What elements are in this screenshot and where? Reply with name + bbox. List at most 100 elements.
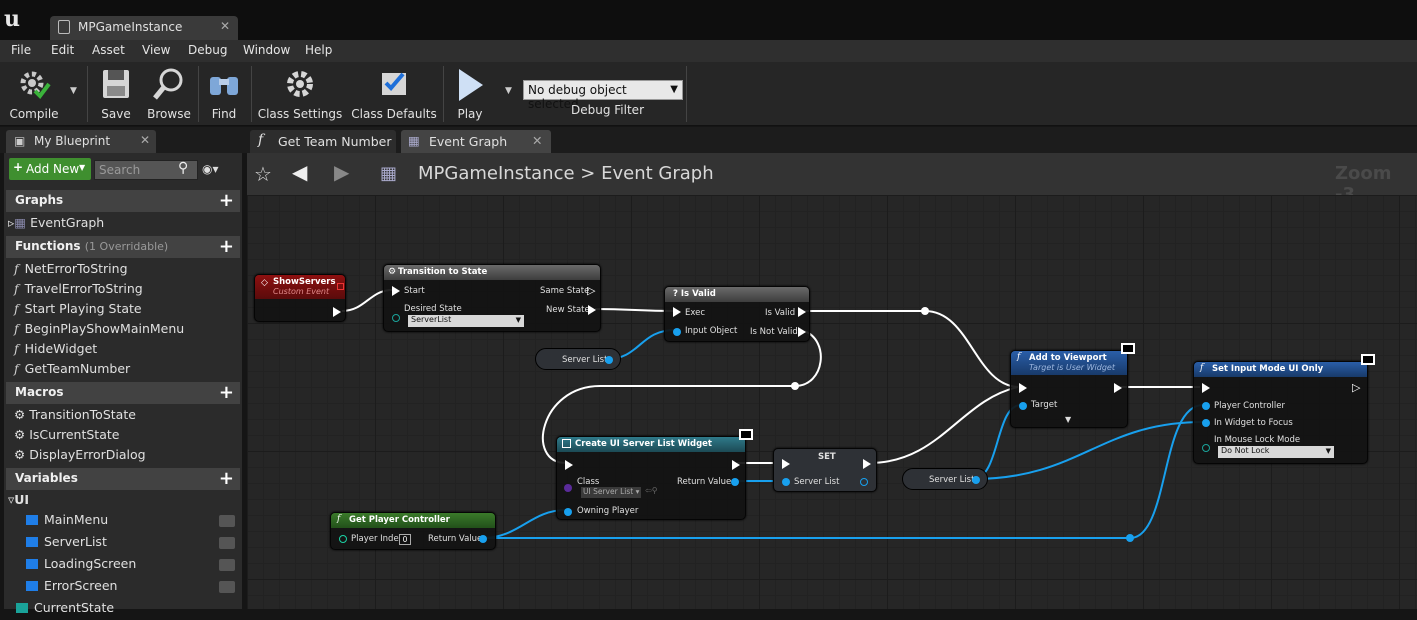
browse-arrow-icon[interactable]: ⇦⚲ [645, 486, 658, 495]
pin-label: Return Value [428, 534, 483, 544]
pin-label: Target [1031, 400, 1058, 410]
class-value: UI Server List [583, 487, 634, 496]
exec-in-pin[interactable] [1202, 383, 1210, 393]
pin-label: Class [577, 477, 600, 487]
create-widget-node[interactable]: Create UI Server List Widget Class UI Se… [556, 429, 753, 520]
pin-label: Is Not Valid [750, 327, 798, 337]
exec-out-pin[interactable] [798, 327, 806, 337]
mouse-lock-mode-select[interactable]: Do Not Lock ▼ [1218, 446, 1334, 458]
pin-label: Owning Player [577, 506, 639, 516]
node-header: Transition to State [384, 265, 600, 280]
client-monitor-icon [1121, 343, 1135, 354]
show-servers-event-node[interactable]: ShowServers Custom Event ◇ [254, 274, 346, 322]
node-title: Get Player Controller [349, 515, 450, 525]
server-list-get-node[interactable]: Server List [902, 468, 988, 490]
node-title: Server List [562, 355, 608, 365]
exec-out-pin[interactable] [333, 307, 341, 317]
node-header: ShowServers Custom Event [255, 275, 345, 299]
object-out-pin[interactable] [860, 478, 868, 486]
node-header: Add to Viewport Target is User Widget [1011, 351, 1127, 375]
object-in-pin[interactable] [1202, 402, 1210, 410]
exec-in-pin[interactable] [565, 460, 573, 470]
reroute-node[interactable] [1126, 534, 1134, 542]
object-in-pin[interactable] [1019, 402, 1027, 410]
node-title: Transition to State [398, 267, 488, 277]
node-subtitle: Target is User Widget [1029, 363, 1115, 372]
exec-in-pin[interactable] [1019, 383, 1027, 393]
reroute-node[interactable] [921, 307, 929, 315]
node-header: Set Input Mode UI Only [1194, 362, 1367, 377]
object-out-pin[interactable] [731, 478, 739, 486]
class-select[interactable]: UI Server List ▾ [581, 487, 641, 498]
pin-label: Start [404, 286, 425, 296]
chevron-down-icon: ▼ [515, 316, 521, 324]
object-in-pin[interactable] [673, 328, 681, 336]
node-title: Set Input Mode UI Only [1212, 364, 1324, 374]
pin-label: Desired State [404, 304, 462, 314]
object-in-pin[interactable] [564, 508, 572, 516]
node-title: ? Is Valid [673, 289, 716, 299]
exec-wire [804, 310, 1019, 388]
object-in-pin[interactable] [1202, 419, 1210, 427]
client-monitor-icon [1361, 354, 1375, 365]
macro-gear-icon: ⚙ [388, 267, 397, 277]
exec-in-pin[interactable] [392, 286, 400, 296]
pin-label: Player Index [351, 534, 404, 544]
exec-in-pin[interactable] [782, 459, 790, 469]
pin-label: In Widget to Focus [1214, 418, 1293, 428]
server-list-get-node[interactable]: Server List [535, 348, 621, 370]
delegate-pin[interactable] [337, 283, 344, 290]
object-out-pin[interactable] [972, 476, 980, 484]
pin-label: Same State [540, 286, 590, 296]
node-header: Get Player Controller [331, 513, 495, 528]
class-in-pin[interactable] [564, 484, 572, 492]
object-in-pin[interactable] [782, 478, 790, 486]
set-input-mode-ui-only-node[interactable]: Set Input Mode UI Only f ▷ Player Contro… [1193, 354, 1375, 464]
add-to-viewport-node[interactable]: Add to Viewport Target is User Widget f … [1010, 343, 1135, 428]
pin-label: Server List [794, 477, 840, 487]
is-valid-node[interactable]: ? Is Valid Exec Is Valid Input Object Is… [664, 286, 810, 342]
pin-label: Player Controller [1214, 401, 1285, 411]
function-icon: f [1200, 363, 1204, 373]
node-title: Create UI Server List Widget [575, 439, 712, 449]
widget-icon [562, 439, 571, 448]
transition-to-state-node[interactable]: Transition to State ⚙ Start Same State ▷… [383, 264, 601, 332]
desired-state-select[interactable]: ServerList ▼ [408, 315, 524, 327]
client-monitor-icon [739, 429, 753, 440]
set-server-list-node[interactable]: SET Server List [773, 448, 877, 492]
exec-out-pin[interactable]: ▷ [1352, 381, 1360, 394]
node-title: ShowServers [273, 277, 336, 287]
pin-label: New State [546, 305, 590, 315]
node-title: Add to Viewport [1029, 353, 1107, 363]
pin-label: Exec [685, 308, 706, 318]
exec-out-pin[interactable] [1114, 383, 1122, 393]
enum-in-pin[interactable] [392, 314, 400, 322]
player-index-value: 0 [402, 535, 408, 544]
get-player-controller-node[interactable]: Get Player Controller f Player Index 0 R… [330, 512, 496, 550]
node-title: Server List [929, 475, 975, 485]
event-diamond-icon: ◇ [261, 278, 268, 288]
exec-out-pin[interactable] [588, 305, 596, 315]
function-icon: f [1017, 352, 1021, 362]
node-subtitle: Custom Event [273, 287, 330, 296]
exec-in-pin[interactable] [673, 307, 681, 317]
exec-out-pin[interactable] [732, 460, 740, 470]
int-in-pin[interactable] [339, 535, 347, 543]
reroute-node[interactable] [791, 382, 799, 390]
node-header: Create UI Server List Widget [557, 437, 745, 452]
object-out-pin[interactable] [605, 356, 613, 364]
exec-out-pin[interactable]: ▷ [587, 284, 595, 297]
exec-wire [594, 308, 674, 312]
exec-out-pin[interactable] [863, 459, 871, 469]
expand-chevron-icon[interactable]: ▼ [1065, 415, 1071, 424]
pin-label: Is Valid [765, 308, 796, 318]
exec-wire [868, 386, 1019, 464]
desired-state-value: ServerList [411, 315, 452, 324]
exec-out-pin[interactable] [798, 307, 806, 317]
player-index-input[interactable]: 0 [399, 534, 411, 545]
node-header: ? Is Valid [665, 287, 809, 302]
node-title: SET [818, 452, 836, 462]
object-out-pin[interactable] [479, 535, 487, 543]
enum-in-pin[interactable] [1202, 444, 1210, 452]
data-wire [972, 421, 1204, 480]
